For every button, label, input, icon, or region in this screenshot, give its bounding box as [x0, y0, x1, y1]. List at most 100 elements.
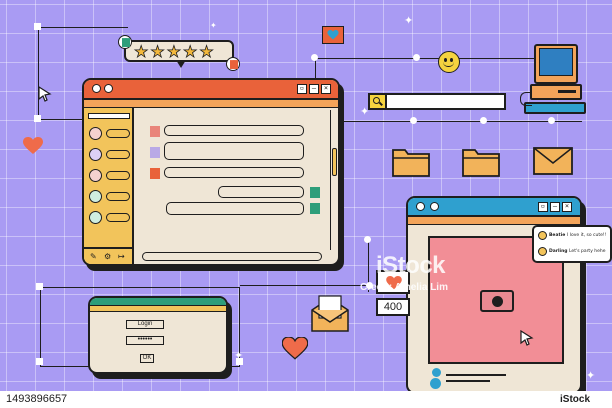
comment-icon[interactable] — [430, 378, 441, 389]
folder-icon[interactable] — [462, 145, 500, 177]
window-dot — [104, 84, 113, 93]
retro-computer-icon — [520, 44, 590, 122]
illustration-canvas: ✦ ✦ ✦ ✦ ✦ ✦ ★★★★★ — [0, 0, 612, 408]
star-icon: ★ — [166, 42, 184, 62]
connector-line — [315, 58, 543, 59]
sparkle-icon: ✦ — [404, 14, 414, 27]
window-dot — [430, 202, 439, 211]
settings-icon[interactable]: ⚙ — [104, 252, 111, 261]
avatar[interactable] — [89, 190, 102, 203]
connector-node — [410, 117, 417, 124]
connector-line — [38, 119, 86, 120]
sparkle-icon: ✦ — [234, 349, 244, 362]
close-button[interactable]: × — [321, 84, 331, 94]
avatar[interactable] — [89, 148, 102, 161]
search-bar[interactable] — [368, 93, 506, 110]
username-field[interactable]: Login — [126, 320, 164, 329]
user-icon — [310, 187, 320, 198]
minimize-button[interactable]: ▫ — [297, 84, 307, 94]
scrollbar[interactable] — [330, 110, 337, 250]
watermark-logo: iStock — [376, 252, 446, 279]
star-icon: ★ — [183, 42, 200, 62]
window-dot — [92, 84, 101, 93]
contact-name[interactable] — [106, 192, 130, 201]
message-bubble — [164, 167, 304, 178]
window-dot — [416, 202, 425, 211]
scrollbar-thumb[interactable] — [332, 148, 337, 176]
camera-icon — [480, 290, 514, 312]
user-icon — [150, 168, 160, 179]
heart-icon — [282, 337, 308, 360]
footer-strip — [0, 391, 612, 408]
like-heart-icon[interactable] — [432, 368, 441, 377]
contact-name[interactable] — [106, 129, 130, 138]
heart-icon — [327, 30, 339, 40]
sparkle-icon: ✦ — [586, 369, 596, 382]
user-icon — [230, 60, 238, 69]
folder-icon[interactable] — [392, 145, 430, 177]
star-icon: ★ — [134, 42, 151, 62]
search-input[interactable] — [392, 96, 502, 107]
star-icon: ★ — [199, 42, 216, 62]
star-rating: ★★★★★ — [134, 42, 216, 62]
avatar[interactable] — [89, 169, 102, 182]
ok-button[interactable]: OK — [140, 354, 154, 363]
rating-bubble: ★★★★★ — [124, 40, 234, 62]
smiley-icon — [438, 51, 460, 73]
connector-node — [311, 54, 318, 61]
comment-text: I love it, so cute!! — [567, 233, 607, 238]
connector-node — [413, 54, 420, 61]
user-icon — [122, 38, 130, 47]
avatar[interactable] — [89, 211, 102, 224]
bubble-tail — [176, 60, 186, 68]
password-field[interactable]: •••••• — [126, 336, 164, 345]
user-icon — [150, 126, 160, 137]
watermark-logo-small: iStock — [560, 394, 591, 405]
chat-window-titlebar: ▫ – × — [84, 80, 338, 100]
heart-icon — [23, 137, 43, 154]
search-button[interactable] — [370, 95, 387, 108]
cursor-icon — [38, 86, 52, 102]
avatar[interactable] — [89, 127, 102, 140]
login-window: Login •••••• OK — [88, 296, 228, 374]
connector-node — [480, 117, 487, 124]
connector-node — [36, 283, 43, 290]
connector-node — [34, 115, 41, 122]
close-button[interactable]: × — [562, 202, 572, 212]
contact-name[interactable] — [106, 213, 130, 222]
message-bubble — [218, 186, 304, 198]
comment-name: Darling — [549, 249, 568, 254]
logout-icon[interactable]: ↦ — [118, 252, 125, 261]
like-count-badge: 400 — [376, 298, 410, 316]
comment-avatar — [538, 231, 547, 240]
minimize-button[interactable]: ▫ — [538, 202, 548, 212]
login-window-titlebar — [90, 298, 226, 306]
pen-icon[interactable]: ✎ — [90, 252, 97, 261]
sidebar-search[interactable] — [88, 113, 130, 119]
photo-window-titlebar: ▫ – × — [408, 198, 580, 217]
message-bubble — [164, 125, 304, 136]
maximize-button[interactable]: – — [309, 84, 319, 94]
envelope-icon[interactable] — [533, 147, 573, 175]
star-icon: ★ — [150, 42, 167, 62]
comment-text: Let's party hehe — [569, 249, 606, 254]
message-input[interactable] — [142, 252, 322, 261]
connector-node — [364, 236, 371, 243]
cursor-icon — [520, 330, 534, 346]
user-icon — [310, 203, 320, 214]
connector-line — [240, 285, 370, 286]
message-bubble — [166, 202, 304, 215]
photo-heart-icon — [322, 26, 344, 44]
user-icon — [150, 147, 160, 158]
comments-popup: Beatie I love it, so cute!! Darling Let'… — [532, 225, 612, 263]
contact-name[interactable] — [106, 150, 130, 159]
envelope-icon — [311, 295, 349, 332]
sparkle-icon: ✦ — [210, 21, 217, 30]
stock-id: 1493896657 — [6, 393, 68, 405]
maximize-button[interactable]: – — [550, 202, 560, 212]
chat-window: ▫ – × ✎ ⚙ ↦ — [82, 78, 340, 266]
connector-node — [34, 23, 41, 30]
message-bubble — [164, 142, 304, 160]
watermark-credit: Credit: Amelia Lim — [360, 282, 448, 293]
contact-name[interactable] — [106, 171, 130, 180]
